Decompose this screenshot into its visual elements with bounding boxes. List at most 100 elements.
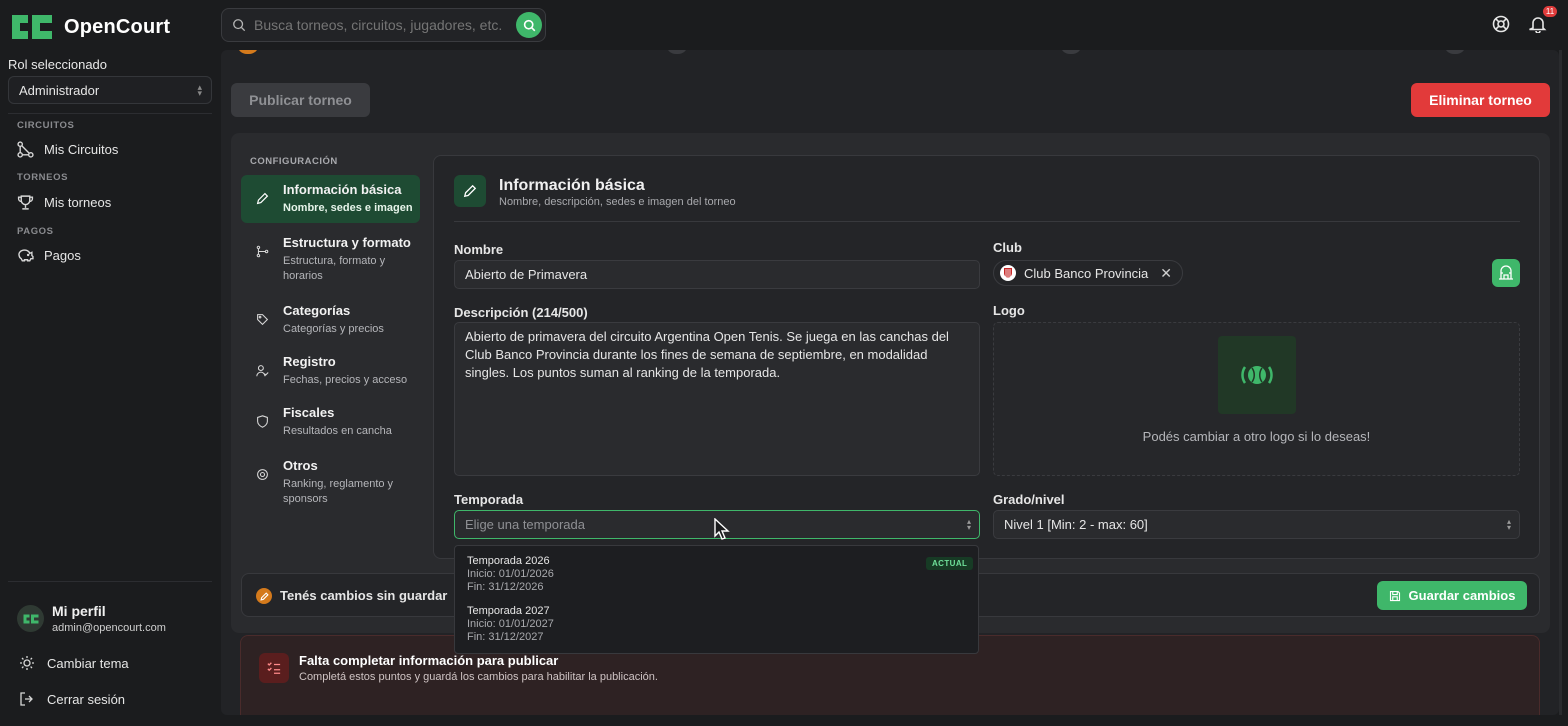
step-fiscales[interactable]: Fiscales Resultados en cancha [241,398,420,446]
description-label: Descripción (214/500) [454,305,588,320]
form-divider [454,221,1520,222]
role-select[interactable]: Administrador ▴ ▾ [8,76,212,104]
nav-section-pagos: PAGOS [17,226,54,237]
select-chevron-icon: ▴ ▾ [1506,517,1511,532]
step-subtitle: Ranking, reglamento y sponsors [283,478,394,505]
season-option-2026[interactable]: Temporada 2026 Inicio: 01/01/2026 Fin: 3… [467,555,554,594]
sidebar-item-pagos[interactable]: Pagos [17,247,81,264]
remove-club-icon[interactable]: ✕ [1160,265,1172,282]
scrollbar[interactable] [1559,50,1562,715]
description-textarea[interactable]: Abierto de primavera del circuito Argent… [454,322,980,476]
avatar [17,605,44,632]
select-chevron-icon: ▴ ▾ [197,82,202,98]
shield-icon [257,415,268,428]
sidebar-item-label: Mis Circuitos [44,142,119,157]
step-otros[interactable]: Otros Ranking, reglamento y sponsors [241,451,420,514]
level-label: Grado/nivel [993,492,1065,507]
save-changes-label: Guardar cambios [1408,588,1516,603]
logo-dropzone[interactable]: Podés cambiar a otro logo si lo deseas! [993,322,1520,476]
notification-badge: 11 [1543,6,1557,17]
search-input[interactable] [254,17,514,33]
club-building-icon [1499,265,1513,280]
step-title: Registro [283,354,336,369]
season-option-title: Temporada 2026 [467,555,550,567]
logout-icon [20,692,33,706]
delete-tournament-button[interactable]: Eliminar torneo [1411,83,1550,117]
progress-dot [237,50,259,54]
step-categorias[interactable]: Categorías Categorías y precios [241,296,420,344]
season-placeholder: Elige una temporada [465,517,585,532]
step-registro[interactable]: Registro Fechas, precios y acceso [241,347,420,395]
basic-info-form: Información básica Nombre, descripción, … [433,155,1540,559]
season-option-end: Fin: 31/12/2026 [467,581,544,593]
unsaved-changes-text: Tenés cambios sin guardar [280,588,448,603]
season-option-start: Inicio: 01/01/2027 [467,618,554,630]
profile-email: admin@opencourt.com [52,622,166,634]
season-label: Temporada [454,492,524,507]
profile-name: Mi perfil [52,603,106,619]
search-icon [233,19,246,32]
nav-section-circuitos: CIRCUITOS [17,120,75,131]
publish-tournament-button[interactable]: Publicar torneo [231,83,370,117]
user-check-icon [256,365,269,377]
level-select[interactable]: Nivel 1 [Min: 2 - max: 60] ▴ ▾ [993,510,1520,539]
sun-icon [20,656,34,670]
step-title: Información básica [283,182,402,197]
step-estructura-formato[interactable]: Estructura y formato Estructura, formato … [241,228,420,291]
structure-icon [256,245,269,258]
mouse-cursor-icon [714,518,730,540]
step-subtitle: Categorías y precios [283,323,384,335]
level-value: Nivel 1 [Min: 2 - max: 60] [1004,517,1148,532]
app-logo[interactable]: OpenCourt [8,11,170,43]
club-crest-icon [1000,265,1016,281]
profile-card[interactable]: Mi perfil admin@opencourt.com [17,603,166,634]
logout-label: Cerrar sesión [47,691,126,707]
step-title: Estructura y formato [283,235,411,250]
progress-dot [1060,50,1082,54]
season-dropdown: Temporada 2026 Inicio: 01/01/2026 Fin: 3… [454,545,979,654]
sidebar: OpenCourt Rol seleccionado Administrador… [0,0,220,726]
edit-warning-icon [256,588,272,604]
step-informacion-basica[interactable]: Información básica Nombre, sedes e imagen [241,175,420,223]
bell-icon[interactable] [1529,15,1547,33]
app-root: OpenCourt Rol seleccionado Administrador… [0,0,1568,726]
role-select-value: Administrador [19,82,100,98]
sidebar-item-label: Pagos [44,248,81,263]
step-subtitle: Fechas, precios y acceso [283,374,408,386]
warning-subtitle: Completá estos puntos y guardá los cambi… [299,671,658,683]
club-chip[interactable]: Club Banco Provincia ✕ [993,260,1184,286]
season-option-2027[interactable]: Temporada 2027 Inicio: 01/01/2027 Fin: 3… [467,605,554,644]
logout-button[interactable]: Cerrar sesión [19,691,125,707]
step-title: Otros [283,458,318,473]
help-lifebuoy-icon[interactable] [1492,15,1510,33]
step-title: Fiscales [283,405,335,420]
logo-label: Logo [993,303,1025,318]
circuit-icon [17,141,34,158]
piggy-bank-icon [18,249,34,262]
progress-dot [1444,50,1466,54]
step-title: Categorías [283,303,351,318]
trophy-icon [17,195,34,210]
warning-title: Falta completar información para publica… [299,653,559,668]
sidebar-item-mis-circuitos[interactable]: Mis Circuitos [17,141,118,158]
nav-section-torneos: TORNEOS [17,172,69,183]
sidebar-item-mis-torneos[interactable]: Mis torneos [17,194,111,211]
club-settings-button[interactable] [1492,259,1520,287]
tennis-ball-icon [1241,366,1273,384]
step-subtitle: Resultados en cancha [283,425,392,437]
form-title: Información básica [499,177,645,194]
role-label: Rol seleccionado [8,57,108,72]
search-icon [523,19,535,31]
gear-icon [257,469,268,480]
nav-divider [8,113,212,114]
club-label: Club [993,240,1022,255]
checklist-icon [259,653,289,683]
name-label: Nombre [454,242,504,257]
name-input[interactable]: Abierto de Primavera [454,260,980,289]
progress-dot [666,50,688,54]
save-changes-button[interactable]: Guardar cambios [1377,581,1527,610]
season-option-title: Temporada 2027 [467,605,550,617]
change-theme-button[interactable]: Cambiar tema [19,655,129,671]
step-subtitle: Estructura, formato y horarios [283,255,386,282]
search-button[interactable] [516,12,542,38]
